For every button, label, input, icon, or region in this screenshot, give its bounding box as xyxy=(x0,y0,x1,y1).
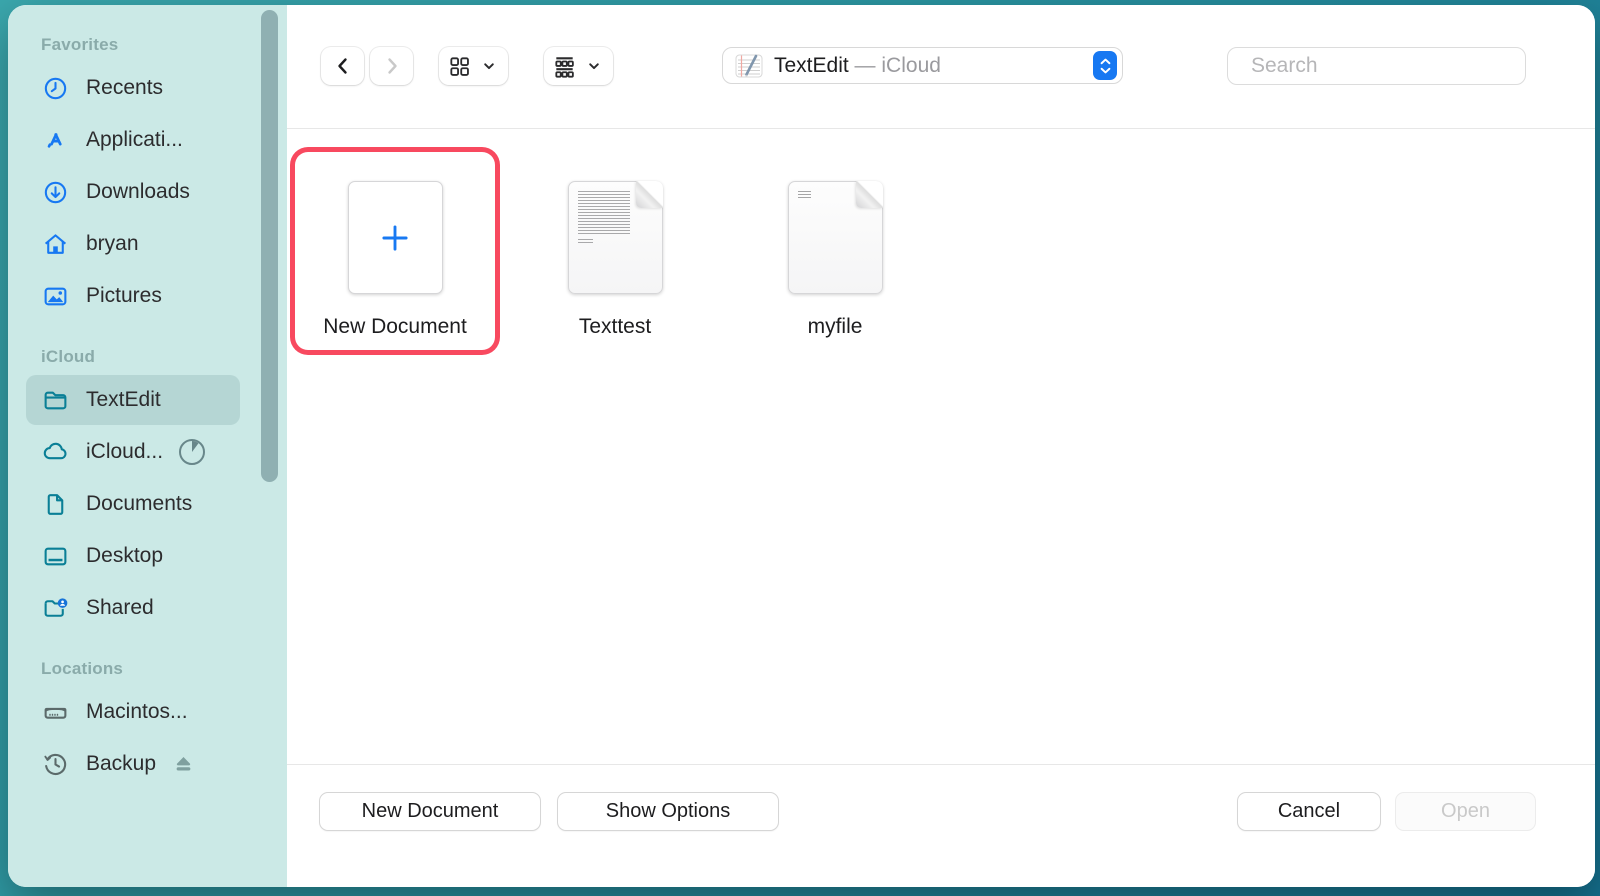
location-app-name: TextEdit xyxy=(774,53,849,77)
sidebar-item-label: Macintos... xyxy=(86,700,188,723)
sidebar-item-label: Documents xyxy=(86,492,193,515)
icon-view-dropdown[interactable] xyxy=(439,47,508,85)
clock-icon xyxy=(42,75,69,102)
sidebar-item-shared[interactable]: Shared xyxy=(26,583,240,633)
home-icon xyxy=(42,231,69,258)
file-label: myfile xyxy=(807,315,863,338)
file-tile-myfile[interactable]: myfile xyxy=(730,147,940,355)
document-icon xyxy=(42,491,69,518)
sidebar-section-favorites: Favorites Recents Applicati... Downloads… xyxy=(8,35,287,321)
sidebar-item-label: iCloud... xyxy=(86,440,164,463)
document-page-icon xyxy=(567,181,663,294)
page-fold-corner xyxy=(635,181,663,208)
finder-sidebar: Favorites Recents Applicati... Downloads… xyxy=(8,5,287,887)
show-options-button[interactable]: Show Options xyxy=(557,792,779,831)
cancel-button[interactable]: Cancel xyxy=(1237,792,1381,831)
group-by-dropdown[interactable] xyxy=(544,47,613,85)
download-circle-icon xyxy=(42,179,69,206)
sidebar-section-icloud: iCloud TextEdit iCloud... Documents Desk… xyxy=(8,347,287,633)
grid-view-icon xyxy=(450,56,469,76)
sidebar-item-pictures[interactable]: Pictures xyxy=(26,271,240,321)
sidebar-item-home[interactable]: bryan xyxy=(26,219,240,269)
sidebar-item-label: Desktop xyxy=(86,544,164,567)
file-tile-texttest[interactable]: Texttest xyxy=(510,147,720,355)
open-dialog: Favorites Recents Applicati... Downloads… xyxy=(8,5,1595,887)
location-stepper-control[interactable] xyxy=(1093,51,1117,80)
app-store-icon xyxy=(42,127,69,154)
file-label: New Document xyxy=(323,315,467,338)
document-text-preview xyxy=(797,191,811,198)
chevron-up-icon xyxy=(1100,58,1110,64)
eject-icon[interactable] xyxy=(170,751,197,778)
sidebar-item-label: Shared xyxy=(86,596,154,619)
sidebar-item-icloud-drive[interactable]: iCloud... xyxy=(26,427,240,477)
sidebar-item-recents[interactable]: Recents xyxy=(26,63,240,113)
open-button[interactable]: Open xyxy=(1395,792,1536,831)
plus-icon xyxy=(382,224,408,251)
folder-icon xyxy=(42,387,69,414)
sidebar-section-locations: Locations Macintos... Backup xyxy=(8,659,287,789)
forward-button[interactable] xyxy=(370,47,413,85)
page-fold-corner xyxy=(855,181,883,208)
section-header: Locations xyxy=(41,659,124,678)
textedit-app-icon xyxy=(735,54,763,77)
sidebar-item-label: TextEdit xyxy=(86,388,161,411)
sidebar-item-label: Applicati... xyxy=(86,128,183,151)
group-view-icon xyxy=(555,56,574,78)
location-separator: — xyxy=(854,53,876,77)
file-browser-area: New Document Texttest myfile xyxy=(287,129,1595,764)
sidebar-item-backup[interactable]: Backup xyxy=(26,739,240,789)
search-input[interactable] xyxy=(1251,54,1522,78)
main-panel: TextEdit — iCloud Search New Document Te… xyxy=(287,5,1595,887)
new-document-tile[interactable]: New Document xyxy=(290,147,500,355)
document-page-icon xyxy=(787,181,883,294)
location-folder-name: iCloud xyxy=(881,53,941,77)
chevron-left-icon xyxy=(337,58,347,74)
sidebar-item-applications[interactable]: Applicati... xyxy=(26,115,240,165)
toolbar: TextEdit — iCloud xyxy=(287,5,1595,129)
desktop-icon xyxy=(42,543,69,570)
location-dropdown[interactable]: TextEdit — iCloud xyxy=(722,47,1123,84)
shared-folder-icon xyxy=(42,595,69,622)
sync-progress-pie xyxy=(177,437,207,467)
sidebar-item-documents[interactable]: Documents xyxy=(26,479,240,529)
time-machine-icon xyxy=(42,751,69,778)
sidebar-item-desktop[interactable]: Desktop xyxy=(26,531,240,581)
sidebar-scrollbar[interactable] xyxy=(261,10,278,482)
new-document-page-icon xyxy=(347,181,443,294)
sidebar-item-label: Recents xyxy=(86,76,164,99)
chevron-down-icon xyxy=(589,63,599,70)
hard-drive-icon xyxy=(42,699,69,726)
sidebar-item-label: Backup xyxy=(86,752,157,775)
document-text-preview xyxy=(577,191,630,243)
photo-icon xyxy=(42,283,69,310)
dialog-footer: New Document Show Options Cancel Open xyxy=(287,764,1595,887)
sidebar-item-label: bryan xyxy=(86,232,139,255)
back-button[interactable] xyxy=(321,47,364,85)
sidebar-item-label: Downloads xyxy=(86,180,190,203)
chevron-down-icon xyxy=(484,63,494,70)
sidebar-item-macintosh-hd[interactable]: Macintos... xyxy=(26,687,240,737)
section-header: iCloud xyxy=(41,347,96,366)
cloud-icon xyxy=(42,439,69,466)
search-field[interactable] xyxy=(1227,47,1526,85)
sidebar-item-downloads[interactable]: Downloads xyxy=(26,167,240,217)
sidebar-item-label: Pictures xyxy=(86,284,162,307)
file-label: Texttest xyxy=(578,315,652,338)
chevron-right-icon xyxy=(387,58,397,74)
section-header: Favorites xyxy=(41,35,119,54)
sidebar-item-textedit[interactable]: TextEdit xyxy=(26,375,240,425)
chevron-down-icon xyxy=(1100,67,1110,73)
new-document-button[interactable]: New Document xyxy=(319,792,541,831)
